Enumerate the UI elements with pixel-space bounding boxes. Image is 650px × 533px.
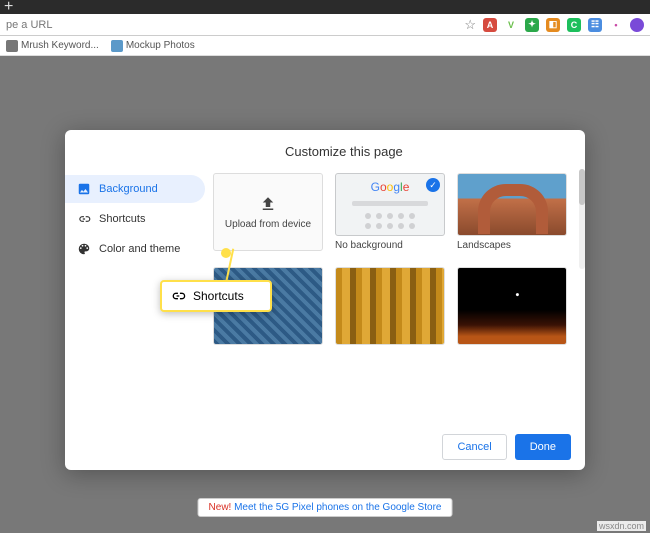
sidebar-label: Shortcuts	[99, 213, 145, 225]
extension-icon[interactable]: •	[609, 18, 623, 32]
scrollbar[interactable]	[579, 169, 585, 269]
extension-icon[interactable]: V	[504, 18, 518, 32]
toolbar-actions: ☆ A V ✦ ◧ C ☷ •	[464, 17, 644, 33]
promo-text: Meet the 5G Pixel phones on the Google S…	[231, 502, 441, 513]
favicon-icon	[111, 40, 123, 52]
upload-from-device-tile[interactable]: Upload from device	[213, 173, 323, 251]
extension-icon[interactable]: A	[483, 18, 497, 32]
customize-page-dialog: Customize this page Background Shortcuts…	[65, 130, 585, 470]
annotation-callout-shortcuts: Shortcuts	[160, 280, 272, 312]
extension-icon[interactable]: C	[567, 18, 581, 32]
done-button[interactable]: Done	[515, 434, 571, 460]
url-input[interactable]: pe a URL	[6, 19, 52, 31]
favicon-icon	[6, 40, 18, 52]
upload-icon	[259, 195, 277, 213]
extension-icon[interactable]	[630, 18, 644, 32]
scrollbar-thumb[interactable]	[579, 169, 585, 205]
selected-check-icon: ✓	[426, 178, 440, 192]
sidebar-item-shortcuts[interactable]: Shortcuts	[65, 205, 205, 233]
cancel-button[interactable]: Cancel	[442, 434, 506, 460]
bookmark-item[interactable]: Mrush Keyword...	[6, 40, 99, 52]
promo-banner[interactable]: New! Meet the 5G Pixel phones on the Goo…	[198, 498, 453, 517]
callout-label: Shortcuts	[193, 289, 244, 303]
dialog-title: Customize this page	[65, 130, 585, 169]
watermark: wsxdn.com	[597, 521, 646, 531]
extension-icon[interactable]: ✦	[525, 18, 539, 32]
bookmark-label: Mockup Photos	[126, 40, 195, 51]
link-icon	[170, 288, 186, 304]
tab-strip: +	[0, 0, 650, 14]
landscapes-tile[interactable]	[457, 173, 567, 236]
background-thumbnail[interactable]	[457, 267, 567, 345]
address-bar: pe a URL ☆ A V ✦ ◧ C ☷ •	[0, 14, 650, 36]
bookmarks-bar: Mrush Keyword... Mockup Photos	[0, 36, 650, 56]
link-icon	[77, 212, 91, 226]
google-logo: Google	[371, 180, 410, 194]
sidebar-label: Color and theme	[99, 243, 180, 255]
dialog-footer: Cancel Done	[65, 424, 585, 470]
no-background-tile[interactable]: ✓ Google	[335, 173, 445, 236]
extension-icon[interactable]: ☷	[588, 18, 602, 32]
sidebar-label: Background	[99, 183, 158, 195]
palette-icon	[77, 242, 91, 256]
tile-label: Landscapes	[457, 240, 567, 251]
bookmark-item[interactable]: Mockup Photos	[111, 40, 195, 52]
sidebar-item-background[interactable]: Background	[65, 175, 205, 203]
promo-new-tag: New!	[209, 502, 232, 513]
star-icon[interactable]: ☆	[464, 17, 476, 33]
tile-label: No background	[335, 240, 445, 251]
extension-icon[interactable]: ◧	[546, 18, 560, 32]
image-icon	[77, 182, 91, 196]
upload-label: Upload from device	[225, 219, 311, 230]
sidebar-item-color-theme[interactable]: Color and theme	[65, 235, 205, 263]
background-thumbnail[interactable]	[335, 267, 445, 345]
bookmark-label: Mrush Keyword...	[21, 40, 99, 51]
new-tab-icon[interactable]: +	[4, 0, 13, 16]
